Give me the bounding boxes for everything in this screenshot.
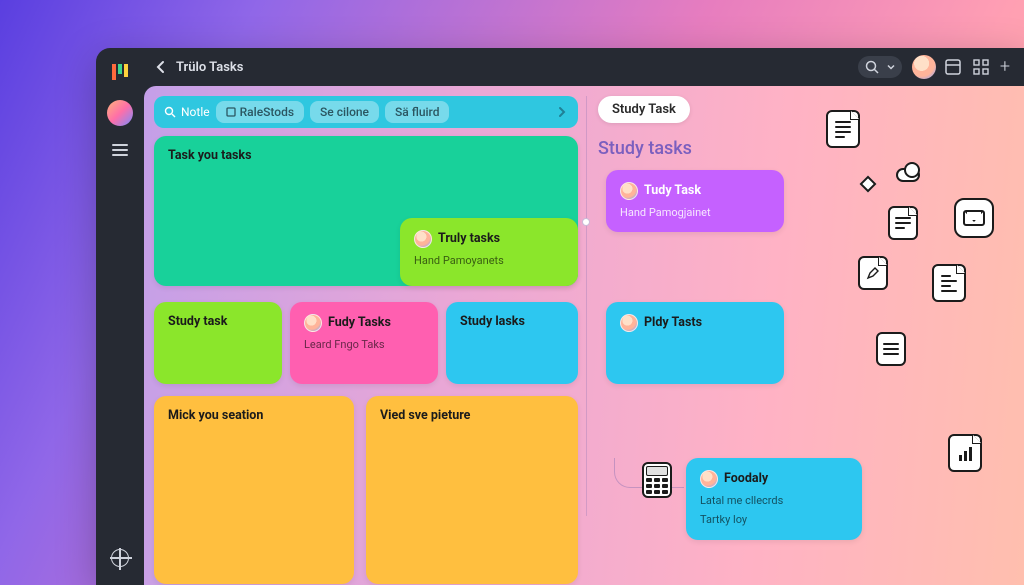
app-logo[interactable] [110, 62, 130, 82]
avatar-icon [700, 470, 718, 488]
filter-bar: Notle RaleStods Se cilone Sä fluird [154, 96, 578, 128]
cloud-icon[interactable] [896, 168, 920, 182]
card-title: Fudy Tasks [328, 315, 391, 330]
card-title: Task you tasks [168, 148, 564, 163]
layout-icon[interactable] [944, 58, 962, 76]
search-icon [164, 106, 176, 118]
filter-chip[interactable]: RaleStods [216, 101, 304, 123]
card-pldy-tasts[interactable]: Pldy Tasts [606, 302, 784, 384]
filter-chip[interactable]: Sä fluird [385, 101, 449, 123]
chevron-down-icon [886, 62, 896, 72]
avatar-icon [620, 182, 638, 200]
search-dropdown[interactable] [858, 56, 902, 78]
pen-document-icon[interactable] [858, 256, 888, 290]
card-study-lasks[interactable]: Study lasks [446, 302, 578, 384]
user-avatar-rail[interactable] [107, 100, 133, 126]
column-heading: Study tasks [598, 138, 692, 159]
tag-icon [226, 107, 236, 117]
list-document-icon[interactable] [932, 264, 966, 302]
card-title: Foodaly [724, 471, 768, 486]
search-icon [864, 59, 880, 75]
document-icon[interactable] [876, 332, 906, 366]
card-title: Study lasks [460, 314, 564, 329]
column-divider [586, 96, 587, 516]
card-title: Tudy Task [644, 183, 701, 198]
card-mick-seation[interactable]: Mick you seation [154, 396, 354, 584]
card-fudy-tasks[interactable]: Fudy Tasks Leard Fngo Taks [290, 302, 438, 384]
connector-dot [582, 218, 590, 226]
card-title: Vied sve pieture [380, 408, 564, 423]
card-tudy-task[interactable]: Tudy Task Hand Pamogjainet [606, 170, 784, 232]
card-subtitle: Latal me cllecrds [700, 494, 848, 507]
card-vied-pieture[interactable]: Vied sve pieture [366, 396, 578, 584]
card-study-task[interactable]: Study task [154, 302, 282, 384]
grid-icon[interactable] [972, 58, 990, 76]
card-subtitle: Hand Pamogjainet [620, 206, 770, 219]
user-avatar-top[interactable] [912, 55, 936, 79]
card-subtitle: Leard Fngo Taks [304, 338, 424, 351]
add-button[interactable]: + [1000, 58, 1010, 76]
avatar-icon [304, 314, 322, 332]
filter-chip[interactable]: Se cilone [310, 101, 379, 123]
avatar-icon [414, 230, 432, 248]
app-window: Trülo Tasks + Notle RaleSt [96, 48, 1024, 585]
avatar-icon [620, 314, 638, 332]
card-subtitle: Tartky loy [700, 513, 848, 526]
calculator-icon[interactable] [642, 462, 672, 498]
card-foodaly[interactable]: Foodaly Latal me cllecrds Tartky loy [686, 458, 862, 540]
mail-icon[interactable] [954, 198, 994, 238]
card-title: Truly tasks [438, 231, 500, 246]
tab-study-task[interactable]: Study Task [598, 96, 690, 123]
card-truly-tasks[interactable]: Truly tasks Hand Pamoyanets [400, 218, 578, 286]
diamond-icon[interactable] [860, 176, 877, 193]
topbar: Trülo Tasks + [144, 48, 1024, 86]
target-icon[interactable] [111, 549, 129, 567]
card-subtitle: Hand Pamoyanets [414, 254, 564, 267]
menu-toggle[interactable] [112, 144, 128, 156]
document-icon[interactable] [826, 110, 860, 148]
card-title: Pldy Tasts [644, 315, 702, 330]
board-canvas[interactable]: Notle RaleStods Se cilone Sä fluird Task… [144, 86, 1024, 585]
chart-document-icon[interactable] [948, 434, 982, 472]
page-title: Trülo Tasks [176, 60, 243, 75]
back-button[interactable] [150, 56, 172, 78]
left-rail [96, 48, 144, 585]
filter-note[interactable]: Notle [164, 105, 210, 119]
main-area: Trülo Tasks + Notle RaleSt [144, 48, 1024, 585]
document-icon[interactable] [888, 206, 918, 240]
card-title: Study task [168, 314, 268, 329]
card-title: Mick you seation [168, 408, 340, 423]
filter-forward[interactable] [556, 106, 568, 118]
